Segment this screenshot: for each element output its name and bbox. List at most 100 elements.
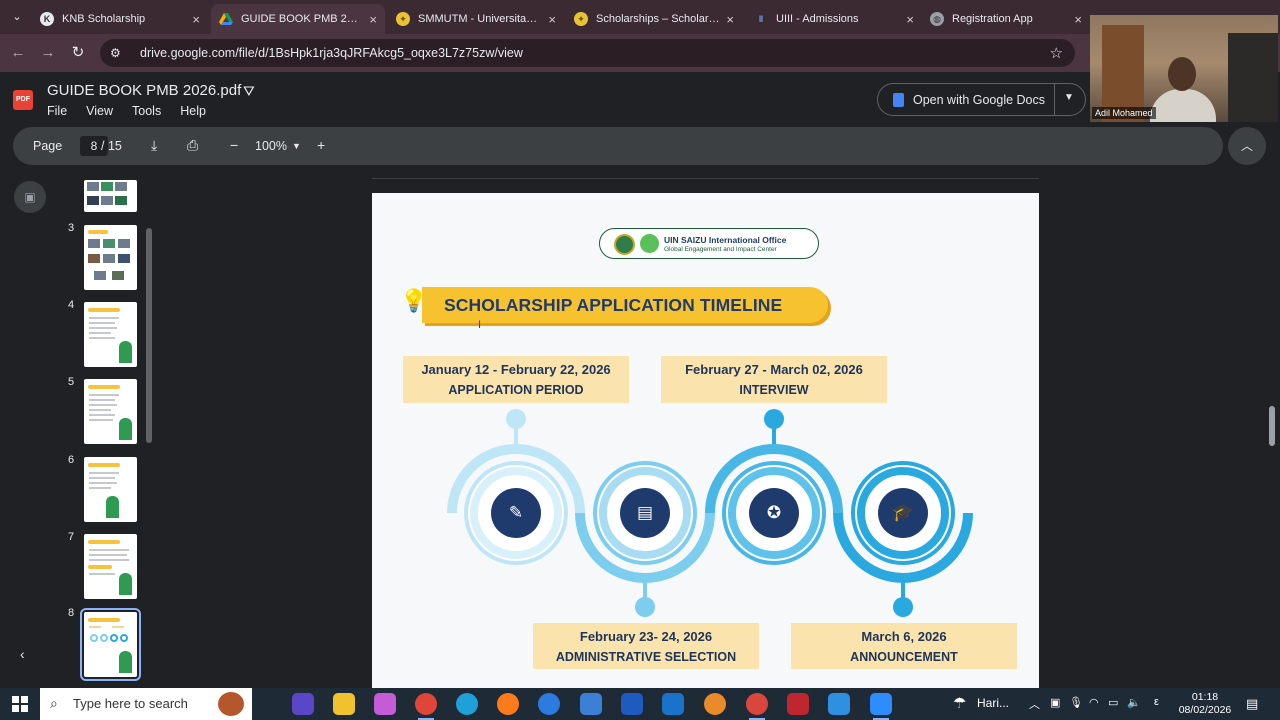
- graduation-cap-icon: 🎓: [892, 503, 914, 522]
- zoom-dropdown-icon[interactable]: ▼: [292, 141, 301, 151]
- bookmark-star-icon[interactable]: ☆: [1050, 44, 1063, 62]
- thumbnail-number: 5: [68, 376, 75, 388]
- tab-title: Scholarships – Scholarship...: [596, 13, 721, 25]
- address-bar[interactable]: ⚙ drive.google.com/file/d/1BsHpk1rja3qJR…: [100, 39, 1075, 67]
- tray-chevron-icon[interactable]: ︿: [1029, 696, 1040, 712]
- close-icon[interactable]: ×: [726, 12, 734, 27]
- settings-icon[interactable]: [538, 693, 560, 715]
- print-icon[interactable]: ⎙: [187, 137, 198, 154]
- tab-strip: ⌄ K KNB Scholarship × GUIDE BOOK PMB 202…: [0, 0, 1280, 34]
- app-icon[interactable]: [704, 693, 726, 715]
- connector-dot: [893, 597, 913, 617]
- language-indicator[interactable]: ε: [1154, 696, 1159, 708]
- pdf-file-icon: PDF: [13, 90, 33, 110]
- menu-view[interactable]: View: [86, 104, 113, 118]
- meet-icon[interactable]: ▣: [1050, 696, 1060, 709]
- battery-icon[interactable]: ▭: [1108, 696, 1118, 709]
- viewer-scrollbar[interactable]: [1269, 406, 1275, 446]
- page-thumbnail[interactable]: [84, 180, 137, 212]
- word-icon[interactable]: [621, 693, 643, 715]
- google-docs-icon: [893, 92, 904, 107]
- chrome-profile-icon[interactable]: [746, 693, 768, 720]
- copilot-app-icon[interactable]: [374, 693, 396, 715]
- add-to-drive-icon[interactable]: ⛛: [243, 83, 255, 100]
- menu-tools[interactable]: Tools: [132, 104, 161, 118]
- photos-icon[interactable]: [828, 693, 850, 715]
- globe-icon: ◍: [930, 12, 944, 26]
- collapse-header-button[interactable]: ︿: [1228, 127, 1266, 165]
- tab-smmutm[interactable]: ✦ SMMUTM - Universitas Tr... ×: [388, 4, 564, 34]
- sidebar-scrollbar[interactable]: [146, 228, 152, 443]
- menu-help[interactable]: Help: [180, 104, 206, 118]
- search-icon: ⌕: [50, 695, 58, 711]
- open-with-button[interactable]: Open with Google Docs ▼: [877, 83, 1086, 116]
- firefox-icon[interactable]: [497, 693, 519, 715]
- clock[interactable]: 01:18 08/02/2026: [1170, 691, 1240, 717]
- antivirus-icon[interactable]: [787, 693, 809, 715]
- volume-icon[interactable]: 🔈: [1127, 696, 1141, 709]
- tab-title: GUIDE BOOK PMB 2026.pdf: [241, 13, 364, 25]
- wifi-icon[interactable]: ◠: [1089, 696, 1099, 709]
- weather-text[interactable]: Hari...: [977, 696, 1009, 710]
- clock-time: 01:18: [1191, 691, 1219, 703]
- tab-guide-book[interactable]: GUIDE BOOK PMB 2026.pdf ×: [211, 4, 385, 34]
- zoom-in-icon[interactable]: +: [317, 137, 325, 153]
- windows-taskbar: ⌕ Type here to search ☂ Hari... ︿ ▣ 🎙 ◠ …: [0, 688, 1280, 720]
- forward-icon[interactable]: →: [38, 43, 58, 63]
- pdf-page: UIN SAIZU International Office Global En…: [372, 193, 1039, 688]
- document-check-icon: ▤: [636, 503, 654, 522]
- tab-uiii-admissions[interactable]: ǁ UIII - Admissions ×: [746, 4, 922, 34]
- page-thumbnail[interactable]: [84, 302, 137, 367]
- close-icon[interactable]: ×: [1074, 12, 1082, 27]
- zoom-level[interactable]: 100%: [255, 139, 287, 153]
- windows-start-icon[interactable]: [12, 696, 28, 712]
- chevron-down-icon[interactable]: ▼: [1064, 92, 1074, 103]
- person-torso: [1150, 89, 1216, 122]
- chevron-left-icon[interactable]: ‹: [20, 646, 25, 662]
- tab-registration-app[interactable]: ◍ Registration App ×: [922, 4, 1090, 34]
- tab-knb-scholarship[interactable]: K KNB Scholarship ×: [32, 4, 208, 34]
- notifications-icon[interactable]: ▤: [1246, 696, 1258, 712]
- back-icon[interactable]: ←: [8, 43, 28, 63]
- image-icon[interactable]: ▣: [14, 181, 46, 213]
- close-icon[interactable]: ×: [369, 12, 377, 27]
- download-icon[interactable]: ⤓: [151, 137, 157, 154]
- tab-title: Registration App: [952, 13, 1033, 25]
- page-thumbnail[interactable]: [84, 534, 137, 599]
- award-ribbon-icon: ✪: [766, 503, 782, 522]
- thumbnail-number: 3: [68, 222, 75, 234]
- tab-search-chevron-icon[interactable]: ⌄: [6, 7, 28, 27]
- chrome-icon[interactable]: [415, 693, 437, 720]
- uiii-icon: ǁ: [758, 14, 764, 24]
- clock-date: 08/02/2026: [1178, 704, 1232, 716]
- menu-file[interactable]: File: [47, 104, 67, 118]
- page-thumbnail-selected[interactable]: [80, 608, 141, 681]
- edge-icon[interactable]: [456, 693, 478, 715]
- open-with-label: Open with Google Docs: [913, 92, 1046, 107]
- knb-icon: K: [40, 12, 54, 26]
- university-seal-icon: ✦: [396, 12, 410, 26]
- site-info-icon[interactable]: ⚙: [110, 46, 128, 60]
- divider: [1054, 84, 1055, 115]
- page-thumbnail[interactable]: [84, 457, 137, 522]
- close-icon[interactable]: ×: [192, 12, 200, 27]
- weather-icon[interactable]: ☂: [953, 694, 966, 712]
- browser-toolbar: ← → ↻ ⚙ drive.google.com/file/d/1BsHpk1r…: [0, 34, 1280, 72]
- zoom-out-icon[interactable]: −: [230, 137, 238, 153]
- microphone-icon[interactable]: 🎙: [1069, 696, 1083, 709]
- copilot-icon[interactable]: [292, 693, 314, 715]
- file-explorer-icon[interactable]: [333, 693, 355, 715]
- tab-scholarships[interactable]: ✦ Scholarships – Scholarship... ×: [566, 4, 742, 34]
- google-drive-icon: [219, 12, 233, 26]
- taskbar-search[interactable]: ⌕ Type here to search: [40, 688, 252, 720]
- thumbnail-number: 6: [68, 454, 75, 466]
- page-thumbnail[interactable]: [84, 225, 137, 290]
- outlook-icon[interactable]: [662, 693, 684, 715]
- zoom-icon[interactable]: [870, 693, 892, 720]
- close-icon[interactable]: ×: [548, 12, 556, 27]
- connector-dot: [506, 409, 526, 429]
- page-thumbnail[interactable]: [84, 379, 137, 444]
- close-icon[interactable]: ×: [906, 12, 914, 27]
- store-icon[interactable]: [580, 693, 602, 715]
- reload-icon[interactable]: ↻: [68, 43, 88, 63]
